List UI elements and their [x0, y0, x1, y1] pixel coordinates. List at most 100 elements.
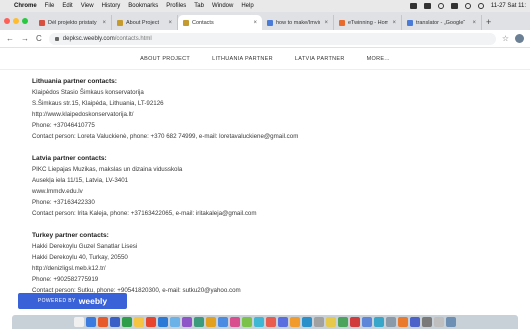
clock[interactable]: 11-27 Sat 11: [491, 3, 526, 9]
dock-app-icon[interactable] [122, 317, 132, 327]
dock-app-icon[interactable] [314, 317, 324, 327]
contact-link[interactable]: http://www.klaipedoskonservatorija.lt/ [32, 109, 502, 120]
favicon-icon [183, 19, 189, 26]
dock-app-icon[interactable] [278, 317, 288, 327]
menu-item-profiles[interactable]: Profiles [166, 3, 186, 9]
tab-label: About Project [126, 19, 160, 26]
browser-tab[interactable]: About Project × [112, 15, 178, 30]
zoom-window-icon[interactable] [22, 18, 28, 24]
dock-app-icon[interactable] [302, 317, 312, 327]
battery-icon[interactable] [450, 3, 458, 9]
forward-icon[interactable]: → [21, 34, 29, 43]
dock-app-icon[interactable] [398, 317, 408, 327]
powered-by-weebly-badge[interactable]: POWERED BY weebly [18, 293, 127, 309]
lock-icon [54, 36, 59, 41]
dock-app-icon[interactable] [206, 317, 216, 327]
dock-app-icon[interactable] [110, 317, 120, 327]
latvia-contacts: Latvia partner contacts: PIKC Liepajas M… [32, 153, 502, 219]
close-tab-icon[interactable]: × [253, 20, 257, 26]
close-tab-icon[interactable]: × [472, 20, 476, 26]
bookmark-star-icon[interactable]: ☆ [502, 34, 509, 43]
menu-item-view[interactable]: View [81, 3, 94, 9]
contact-line: Phone: +37163422330 [32, 199, 95, 206]
contact-line: Contact person: Loreta Valuckienė, phone… [32, 133, 299, 140]
dropbox-icon[interactable] [409, 3, 417, 9]
dock-app-icon[interactable] [386, 317, 396, 327]
browser-toolbar: ← → C depksc.weebly.com/contacts.html ☆ [0, 30, 530, 48]
control-center-icon[interactable] [477, 3, 484, 9]
contact-line: Contact person: Irita Kaleja, phone: +37… [32, 210, 257, 217]
address-bar[interactable]: depksc.weebly.com/contacts.html [48, 32, 496, 45]
dock-app-icon[interactable] [266, 317, 276, 327]
nav-latvia-partner[interactable]: LATVIA PARTNER [295, 56, 345, 62]
menu-item-history[interactable]: History [102, 3, 121, 9]
dock-app-icon[interactable] [98, 317, 108, 327]
back-icon[interactable]: ← [6, 34, 14, 43]
favicon-icon [117, 19, 123, 26]
nav-about-project[interactable]: ABOUT PROJECT [140, 56, 190, 62]
dock-app-icon[interactable] [194, 317, 204, 327]
menu-item-file[interactable]: File [45, 3, 55, 9]
dock-app-icon[interactable] [446, 317, 456, 327]
reload-icon[interactable]: C [36, 34, 42, 43]
tab-label: Dėl projekto pristaty [48, 19, 97, 26]
dock-app-icon[interactable] [230, 317, 240, 327]
dock-app-icon[interactable] [350, 317, 360, 327]
dock-app-icon[interactable] [374, 317, 384, 327]
dock-app-icon[interactable] [410, 317, 420, 327]
dock-app-icon[interactable] [326, 317, 336, 327]
menu-item-help[interactable]: Help [241, 3, 253, 9]
dock-app-icon[interactable] [362, 317, 372, 327]
minimize-window-icon[interactable] [13, 18, 19, 24]
dock-app-icon[interactable] [182, 317, 192, 327]
dock-app-icon[interactable] [86, 317, 96, 327]
close-tab-icon[interactable]: × [102, 20, 106, 26]
dock-app-icon[interactable] [242, 317, 252, 327]
tab-strip: Dėl projekto pristaty × About Project × Cont… [0, 12, 530, 30]
browser-tab[interactable]: how to make/Imvictory × [262, 15, 334, 30]
dock-app-icon[interactable] [254, 317, 264, 327]
dock-app-icon[interactable] [74, 317, 84, 327]
contact-link[interactable]: www.lmmdv.edu.lv [32, 186, 502, 197]
dock-app-icon[interactable] [146, 317, 156, 327]
tabs: Dėl projekto pristaty × About Project × Cont… [34, 15, 482, 30]
wifi-icon[interactable] [437, 3, 444, 9]
dock-app-icon[interactable] [158, 317, 168, 327]
dock-app-icon[interactable] [434, 317, 444, 327]
tab-label: eTwinning - Homepa [348, 19, 389, 26]
browser-tab[interactable]: eTwinning - Homepa× [334, 15, 402, 30]
tab-label: how to make/Imvictory [276, 19, 320, 26]
browser-tab[interactable]: translator - „Google“ × [402, 15, 482, 30]
browser-tab[interactable]: Contacts × [178, 15, 262, 30]
dock-app-icon[interactable] [338, 317, 348, 327]
turkey-contacts: Turkey partner contacts: Hakki Derekoylu… [32, 230, 502, 296]
favicon-icon [407, 19, 413, 26]
dock-app-icon[interactable] [218, 317, 228, 327]
menu-item-tab[interactable]: Tab [194, 3, 204, 9]
dock-app-icon[interactable] [422, 317, 432, 327]
contact-line: Hakki Derekoylu 40, Turkay, 20550 [32, 254, 128, 261]
menu-item-window[interactable]: Window [212, 3, 233, 9]
search-icon[interactable] [464, 3, 471, 9]
favicon-icon [267, 19, 273, 26]
menu-item-edit[interactable]: Edit [62, 3, 72, 9]
nav-more[interactable]: MORE... [367, 56, 390, 62]
profile-avatar[interactable] [515, 34, 524, 43]
contacts-content: Lithuania partner contacts: Klaipėdos St… [32, 76, 502, 307]
close-tab-icon[interactable]: × [168, 20, 172, 26]
dock-app-icon[interactable] [290, 317, 300, 327]
new-tab-button[interactable]: + [486, 15, 491, 30]
app-icon[interactable] [423, 3, 431, 9]
browser-tab[interactable]: Dėl projekto pristaty × [34, 15, 112, 30]
nav-lithuania-partner[interactable]: LITHUANIA PARTNER [212, 56, 273, 62]
contact-line: Hakki Derekoylu Guzel Sanatlar Lisesi [32, 243, 138, 250]
menu-item-chrome[interactable]: Chrome [14, 3, 37, 9]
dock-app-icon[interactable] [170, 317, 180, 327]
close-tab-icon[interactable]: × [392, 20, 396, 26]
close-tab-icon[interactable]: × [324, 20, 328, 26]
contact-link[interactable]: http://denizligsl.meb.k12.tr/ [32, 263, 502, 274]
menu-item-bookmarks[interactable]: Bookmarks [128, 3, 158, 9]
close-window-icon[interactable] [4, 18, 10, 24]
dock-app-icon[interactable] [134, 317, 144, 327]
contact-line: S.Šimkaus str.15, Klaipėda, Lithuania, L… [32, 100, 164, 107]
